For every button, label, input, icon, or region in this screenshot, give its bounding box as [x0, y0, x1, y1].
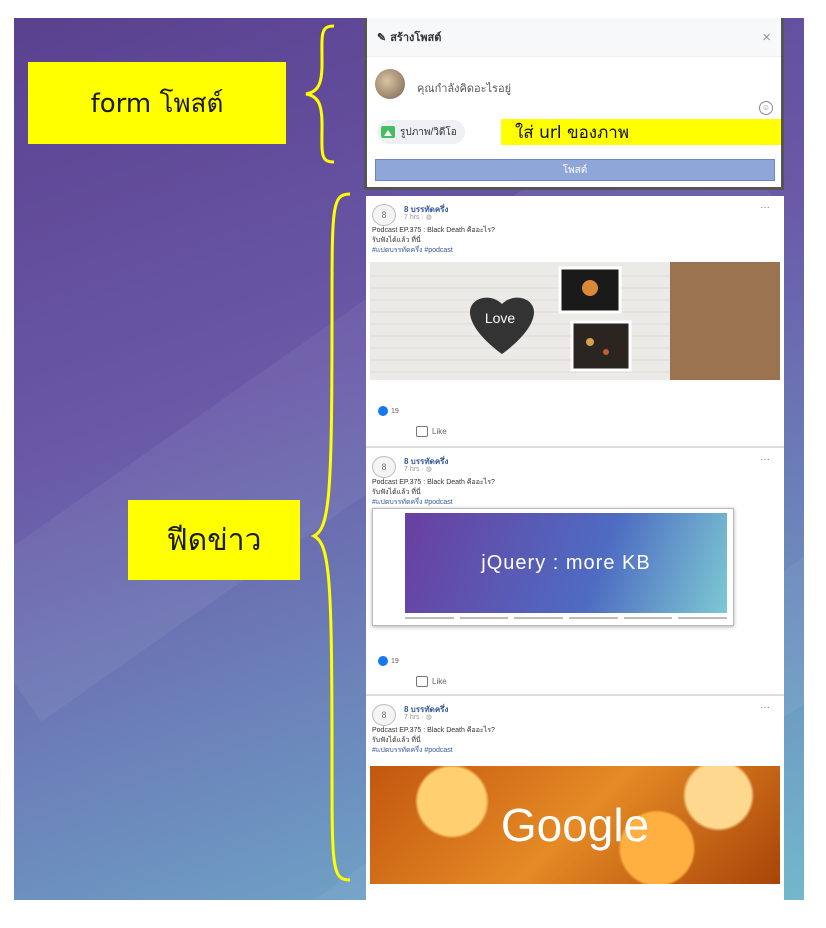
more-icon[interactable]: ···: [760, 202, 770, 213]
pencil-icon: ✎: [377, 31, 387, 44]
create-post-form: ✎ สร้างโพสต์ × คุณกำลังคิดอะไรอยู่ ☺ รูป…: [364, 18, 784, 190]
feed-post: 8 8 บรรทัดครึ่ง 7 hrs · ◍ ··· Podcast EP…: [366, 694, 784, 902]
avatar[interactable]: 8: [372, 204, 396, 226]
close-icon[interactable]: ×: [762, 29, 771, 46]
form-title: สร้างโพสต์: [390, 32, 442, 44]
form-header: ✎ สร้างโพสต์ ×: [367, 18, 781, 57]
form-body: คุณกำลังคิดอะไรอยู่ ☺: [367, 57, 781, 127]
feed-post: 8 8 บรรทัดครึ่ง 7 hrs · ◍ ··· Podcast EP…: [366, 196, 784, 446]
post-tags[interactable]: #แปดบรรทัดครึ่ง #podcast: [366, 498, 784, 508]
image-preview-card[interactable]: jQuery : more KB: [372, 508, 734, 626]
photo-button-label: รูปภาพ/วิดีโอ: [400, 126, 457, 138]
thumb-icon: [416, 426, 428, 437]
post-header: 8 8 บรรทัดครึ่ง 7 hrs · ◍ ···: [366, 448, 784, 478]
emoji-icon[interactable]: ☺: [759, 101, 773, 115]
like-button[interactable]: Like: [416, 676, 447, 687]
post-image[interactable]: [370, 262, 780, 380]
post-text: Podcast EP.375 : Black Death คืออะไร?: [372, 727, 495, 734]
like-label: Like: [432, 677, 447, 686]
post-subtext: รับฟังได้แล้ว ที่นี่: [372, 737, 421, 744]
like-count: 19: [391, 657, 399, 665]
image-url-input[interactable]: ใส่ url ของภาพ: [501, 119, 781, 145]
post-text: Podcast EP.375 : Black Death คืออะไร?: [372, 227, 495, 234]
post-button[interactable]: โพสต์: [375, 159, 775, 181]
post-image[interactable]: Google: [370, 766, 780, 884]
like-count: 19: [391, 407, 399, 415]
more-icon[interactable]: ···: [760, 702, 770, 713]
avatar: [375, 69, 405, 99]
post-time: 7 hrs · ◍: [404, 214, 432, 221]
form-annotation-label: form โพสต์: [28, 62, 286, 144]
post-subtext: รับฟังได้แล้ว ที่นี่: [372, 489, 421, 496]
post-tags[interactable]: #แปดบรรทัดครึ่ง #podcast: [366, 246, 784, 256]
post-time: 7 hrs · ◍: [404, 466, 432, 473]
like-icon: [378, 656, 388, 666]
post-subtext: รับฟังได้แล้ว ที่นี่: [372, 237, 421, 244]
thumb-icon: [416, 676, 428, 687]
more-icon[interactable]: ···: [760, 454, 770, 465]
like-icon: [378, 406, 388, 416]
jquery-image: jQuery : more KB: [405, 513, 727, 613]
reaction-count[interactable]: 19: [378, 406, 399, 416]
post-input[interactable]: คุณกำลังคิดอะไรอยู่: [417, 79, 511, 97]
avatar[interactable]: 8: [372, 456, 396, 478]
avatar[interactable]: 8: [372, 704, 396, 726]
photo-video-button[interactable]: รูปภาพ/วิดีโอ: [377, 120, 465, 144]
form-brace: [305, 24, 335, 164]
post-header: 8 8 บรรทัดครึ่ง 7 hrs · ◍ ···: [366, 196, 784, 226]
photo-icon: [381, 126, 395, 138]
like-button[interactable]: Like: [416, 426, 447, 437]
reaction-count[interactable]: 19: [378, 656, 399, 666]
love-text: Love: [484, 310, 516, 326]
post-time: 7 hrs · ◍: [404, 714, 432, 721]
post-header: 8 8 บรรทัดครึ่ง 7 hrs · ◍ ···: [366, 696, 784, 726]
post-text: Podcast EP.375 : Black Death คืออะไร?: [372, 479, 495, 486]
love-image: [370, 262, 780, 380]
post-tags[interactable]: #แปดบรรทัดครึ่ง #podcast: [366, 746, 784, 756]
feed-annotation-label: ฟีดข่าว: [128, 500, 300, 580]
preview-footer: [405, 615, 728, 621]
feed-brace: [310, 192, 351, 882]
news-feed: 8 8 บรรทัดครึ่ง 7 hrs · ◍ ··· Podcast EP…: [366, 196, 784, 902]
like-label: Like: [432, 427, 447, 436]
